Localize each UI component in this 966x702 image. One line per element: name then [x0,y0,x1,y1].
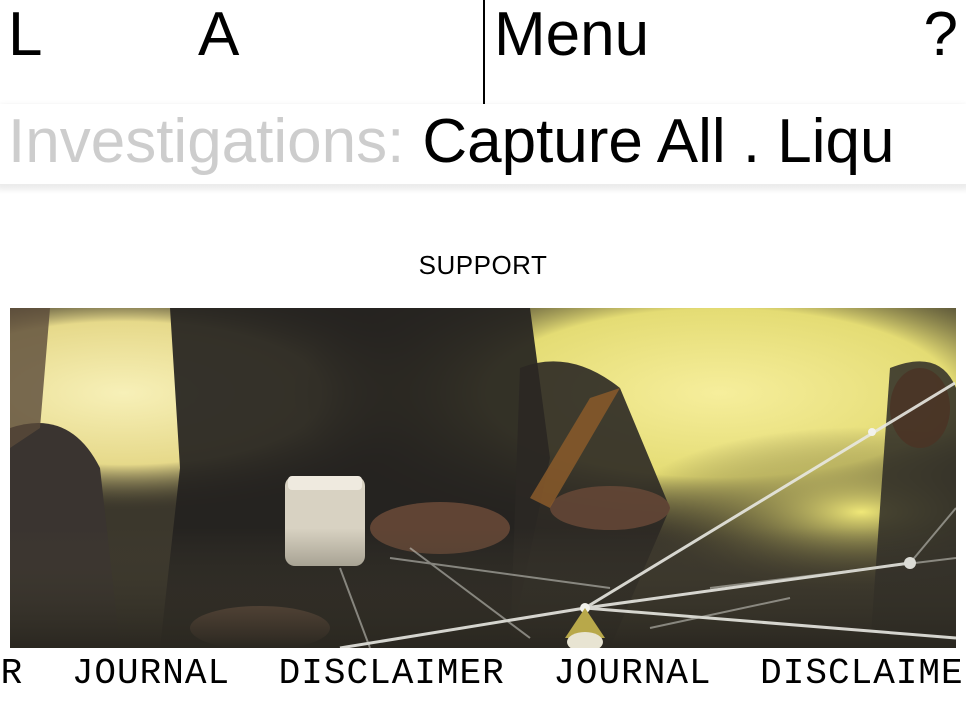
footer-marquee: ER JOURNAL DISCLAIMER JOURNAL DISCLAIME [0,652,966,702]
menu-button[interactable]: Menu [494,4,649,66]
nav-letter-a[interactable]: A [198,4,239,66]
ticker-content: Investigations: Capture All . Liqu [8,107,895,176]
top-bar: L A Menu ? [0,0,966,104]
marquee-item-disclaimer-partial[interactable]: ER [0,653,23,694]
marquee-item-journal[interactable]: JOURNAL [553,653,711,694]
marquee-item-disclaimer[interactable]: DISCLAIMER [279,653,505,694]
marquee-track: ER JOURNAL DISCLAIMER JOURNAL DISCLAIME [0,656,966,692]
investigations-ticker[interactable]: Investigations: Capture All . Liqu [0,104,966,184]
support-link[interactable]: SUPPORT [0,250,966,281]
ticker-text[interactable]: Capture All . Liqu [422,107,894,176]
marquee-item-disclaimer[interactable]: DISCLAIME [760,653,963,694]
hero-image [10,308,956,648]
help-button[interactable]: ? [924,4,958,66]
nav-letter-l[interactable]: L [8,4,42,66]
header-divider [483,0,485,104]
marquee-item-journal[interactable]: JOURNAL [72,653,230,694]
ticker-label: Investigations: [8,107,405,176]
hero-photo-illustration [10,308,956,648]
ticker-shadow [0,184,966,194]
